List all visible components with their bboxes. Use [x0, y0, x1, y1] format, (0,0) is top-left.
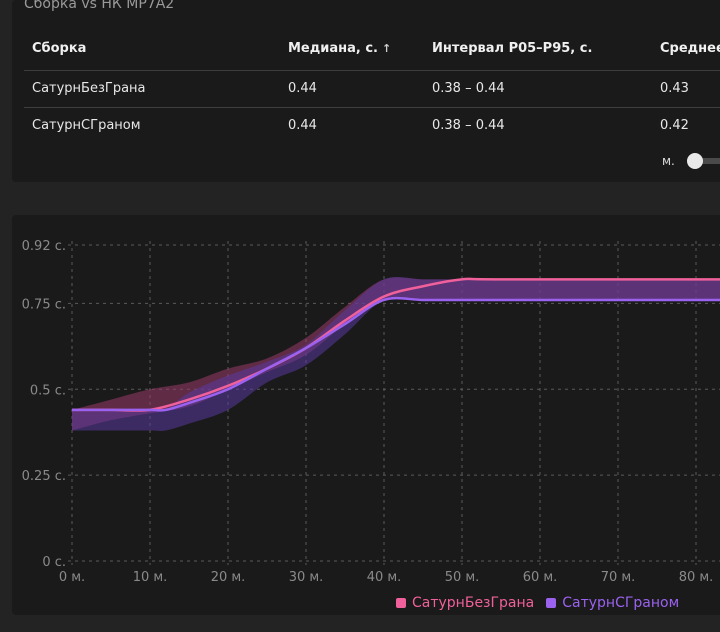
x-tick-label: 20 м.	[211, 570, 246, 585]
x-tick-label: 0 м.	[59, 570, 85, 585]
legend-item-series-1[interactable]: СатурнБезГрана	[396, 595, 534, 611]
legend-swatch-series-2	[546, 598, 557, 608]
x-tick-label: 60 м.	[523, 570, 558, 585]
chart-legend: СатурнБезГрана СатурнСГраном	[396, 594, 691, 612]
y-tick-label: 0.25 с.	[22, 469, 66, 484]
x-tick-label: 70 м.	[601, 570, 636, 585]
y-tick-label: 0 с.	[42, 555, 66, 570]
legend-swatch-series-1	[396, 598, 406, 608]
legend-label-series-1: СатурнБезГрана	[412, 595, 535, 611]
y-tick-label: 0.92 с.	[22, 239, 66, 254]
y-tick-label: 0.5 с.	[30, 383, 66, 398]
legend-label-series-2: СатурнСГраном	[562, 595, 680, 611]
x-tick-label: 40 м.	[367, 570, 402, 585]
x-tick-label: 50 м.	[445, 570, 480, 585]
x-tick-label: 10 м.	[133, 570, 168, 585]
x-tick-label: 30 м.	[289, 570, 324, 585]
chart-svg: 0 м. 10 м. 20 м. 30 м. 40 м. 50 м. 60 м. 70 м. 8…	[22, 239, 720, 585]
x-tick-label: 80 м.	[679, 570, 714, 585]
y-tick-label: 0.75 с.	[22, 297, 66, 312]
page: Сборка vs НК МР7А2 Сборка Медиана, с. ↑ И…	[0, 0, 720, 632]
legend-item-series-2[interactable]: СатурнСГраном	[546, 595, 679, 611]
